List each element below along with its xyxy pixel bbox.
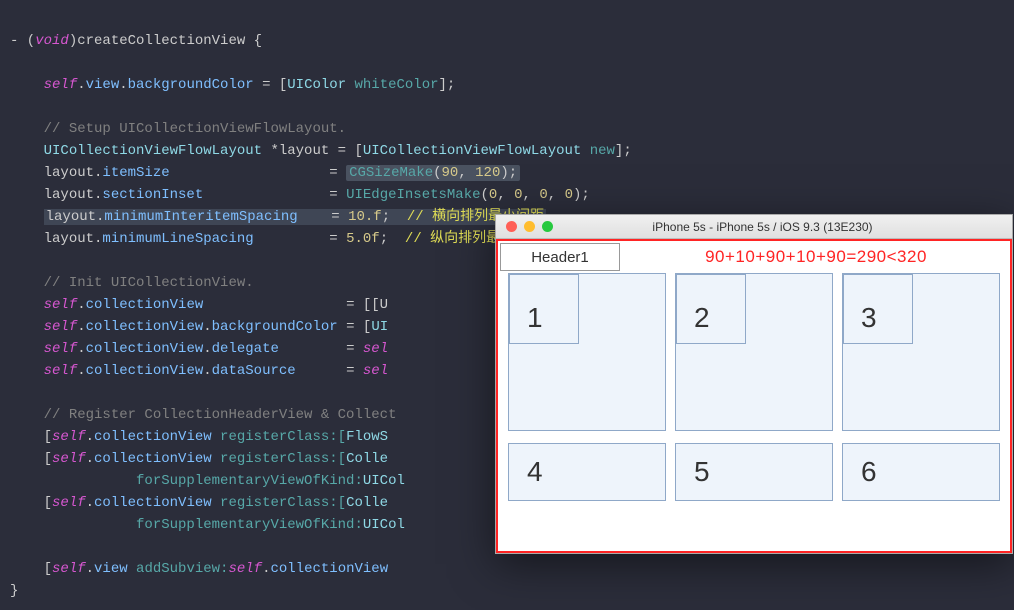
collection-row: 4 5 6 xyxy=(498,443,1010,501)
collection-cell[interactable]: 6 xyxy=(842,443,1000,501)
collection-header: Header1 xyxy=(500,243,620,271)
collection-row: 1 2 3 xyxy=(498,273,1010,431)
cell-inner-box xyxy=(509,274,579,344)
code-line: self.collectionView.backgroundColor = [U… xyxy=(10,319,388,335)
code-line: UICollectionViewFlowLayout *layout = [UI… xyxy=(10,143,632,159)
ios-simulator-window[interactable]: iPhone 5s - iPhone 5s / iOS 9.3 (13E230)… xyxy=(495,214,1013,554)
cell-label: 1 xyxy=(527,302,543,334)
window-controls xyxy=(496,221,563,232)
collection-cell[interactable]: 1 xyxy=(508,273,666,431)
code-line: // Setup UICollectionViewFlowLayout. xyxy=(10,121,346,137)
simulator-screen[interactable]: Header1 90+10+90+10+90=290<320 1 2 3 4 5 xyxy=(496,239,1012,553)
cell-inner-box xyxy=(843,274,913,344)
code-line: // Register CollectionHeaderView & Colle… xyxy=(10,407,396,423)
code-line: [self.collectionView registerClass:[Coll… xyxy=(10,451,388,467)
simulator-titlebar[interactable]: iPhone 5s - iPhone 5s / iOS 9.3 (13E230) xyxy=(496,215,1012,239)
code-line: layout.sectionInset = UIEdgeInsetsMake(0… xyxy=(10,187,590,203)
collection-cell[interactable]: 5 xyxy=(675,443,833,501)
cell-label: 3 xyxy=(861,302,877,334)
cell-label: 5 xyxy=(694,456,710,488)
code-line: - (void)createCollectionView { xyxy=(10,33,262,49)
code-line: self.view.backgroundColor = [UIColor whi… xyxy=(10,77,455,93)
collection-cell[interactable]: 4 xyxy=(508,443,666,501)
collection-header-row: Header1 90+10+90+10+90=290<320 xyxy=(498,241,1010,273)
close-icon[interactable] xyxy=(506,221,517,232)
code-line: [self.collectionView registerClass:[Coll… xyxy=(10,495,388,511)
code-line: self.collectionView.delegate = sel xyxy=(10,341,388,357)
code-line: layout.itemSize = CGSizeMake(90, 120); xyxy=(10,165,520,181)
minimize-icon[interactable] xyxy=(524,221,535,232)
maximize-icon[interactable] xyxy=(542,221,553,232)
collection-cell[interactable]: 2 xyxy=(675,273,833,431)
cell-inner-box xyxy=(676,274,746,344)
code-line: [self.view addSubview:self.collectionVie… xyxy=(10,561,388,577)
cell-label: 4 xyxy=(527,456,543,488)
cell-label: 6 xyxy=(861,456,877,488)
code-line: layout.minimumLineSpacing = 5.0f; // 纵向排… xyxy=(10,231,542,247)
simulator-title: iPhone 5s - iPhone 5s / iOS 9.3 (13E230) xyxy=(563,220,1012,234)
collection-cell[interactable]: 3 xyxy=(842,273,1000,431)
watermark: ©51CTO博客 xyxy=(929,520,1006,539)
annotation-text: 90+10+90+10+90=290<320 xyxy=(622,247,1010,267)
code-line: } xyxy=(10,583,18,599)
cell-label: 2 xyxy=(694,302,710,334)
code-line: // Init UICollectionView. xyxy=(10,275,254,291)
code-line-highlighted: layout.minimumInteritemSpacing = 10.f; /… xyxy=(10,209,546,225)
code-line: self.collectionView.dataSource = sel xyxy=(10,363,388,379)
